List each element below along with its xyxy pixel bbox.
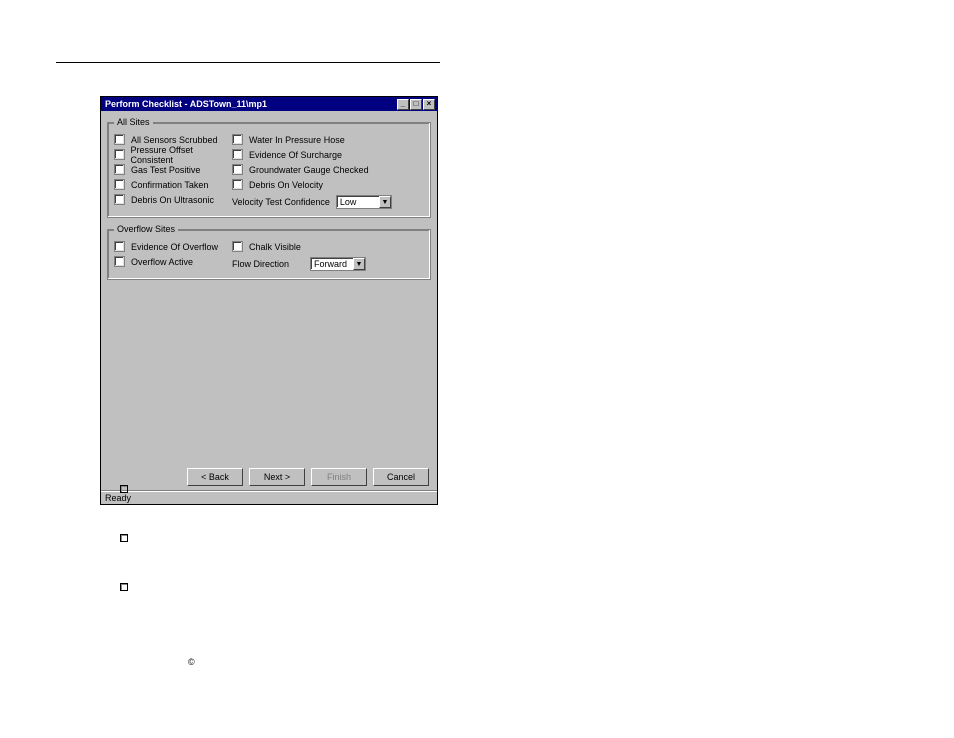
copyright-mark: © (188, 657, 195, 667)
cb-evidence-of-overflow[interactable]: Evidence Of Overflow (114, 240, 232, 253)
cb-label: Evidence Of Overflow (131, 242, 218, 252)
page-header-rule (56, 62, 440, 63)
all-sites-legend: All Sites (114, 117, 153, 127)
select-value: Forward (314, 259, 347, 269)
overflow-sites-legend: Overflow Sites (114, 224, 178, 234)
cb-label: Evidence Of Surcharge (249, 150, 342, 160)
back-button[interactable]: < Back (187, 468, 243, 486)
flow-direction-select[interactable]: Forward ▼ (310, 257, 366, 271)
checkbox-icon (114, 241, 125, 252)
maximize-button[interactable]: □ (410, 99, 422, 110)
cb-overflow-active[interactable]: Overflow Active (114, 255, 232, 268)
next-button[interactable]: Next > (249, 468, 305, 486)
checkbox-icon (232, 164, 243, 175)
bullet-2 (120, 532, 136, 542)
bullet-3 (120, 581, 136, 591)
overflow-sites-group: Overflow Sites Evidence Of Overflow Over… (107, 224, 431, 280)
checkbox-icon (114, 134, 125, 145)
cb-label: Confirmation Taken (131, 180, 208, 190)
checkbox-icon (232, 149, 243, 160)
cb-groundwater-gauge-checked[interactable]: Groundwater Gauge Checked (232, 163, 424, 176)
checkbox-icon (232, 134, 243, 145)
close-button[interactable]: × (423, 99, 435, 110)
cb-gas-test-positive[interactable]: Gas Test Positive (114, 163, 232, 176)
body-spacer (107, 286, 431, 466)
copyright-icon: © (188, 657, 195, 667)
window-title: Perform Checklist - ADSTown_11\mp1 (103, 99, 397, 109)
cb-evidence-of-surcharge[interactable]: Evidence Of Surcharge (232, 148, 424, 161)
checkbox-icon (114, 256, 125, 267)
cb-label: Water In Pressure Hose (249, 135, 345, 145)
square-bullet-icon (120, 583, 128, 591)
checkbox-icon (114, 194, 125, 205)
checkbox-icon (232, 179, 243, 190)
cb-pressure-offset-consistent[interactable]: Pressure Offset Consistent (114, 148, 232, 161)
cb-label: Debris On Ultrasonic (131, 195, 214, 205)
cb-chalk-visible[interactable]: Chalk Visible (232, 240, 424, 253)
cb-confirmation-taken[interactable]: Confirmation Taken (114, 178, 232, 191)
velocity-confidence-label: Velocity Test Confidence (232, 197, 330, 207)
cb-label: Gas Test Positive (131, 165, 200, 175)
cb-water-in-pressure-hose[interactable]: Water In Pressure Hose (232, 133, 424, 146)
cb-debris-on-velocity[interactable]: Debris On Velocity (232, 178, 424, 191)
checkbox-icon (232, 241, 243, 252)
status-bar: Ready (101, 490, 437, 504)
titlebar-buttons: _ □ × (397, 99, 435, 110)
status-text: Ready (105, 493, 131, 503)
square-bullet-icon (120, 534, 128, 542)
square-bullet-icon (120, 485, 128, 493)
checklist-window: Perform Checklist - ADSTown_11\mp1 _ □ ×… (100, 96, 438, 505)
cb-label: Groundwater Gauge Checked (249, 165, 369, 175)
checkbox-icon (114, 164, 125, 175)
all-sites-group: All Sites All Sensors Scrubbed Pressure … (107, 117, 431, 218)
bullet-1 (120, 483, 136, 493)
chevron-down-icon: ▼ (379, 196, 391, 208)
chevron-down-icon: ▼ (353, 258, 365, 270)
cancel-button[interactable]: Cancel (373, 468, 429, 486)
checkbox-icon (114, 149, 125, 160)
titlebar: Perform Checklist - ADSTown_11\mp1 _ □ × (101, 97, 437, 111)
flow-direction-label: Flow Direction (232, 259, 304, 269)
finish-button[interactable]: Finish (311, 468, 367, 486)
velocity-confidence-select[interactable]: Low ▼ (336, 195, 392, 209)
window-body: All Sites All Sensors Scrubbed Pressure … (101, 111, 437, 490)
cb-label: All Sensors Scrubbed (131, 135, 218, 145)
cb-debris-on-ultrasonic[interactable]: Debris On Ultrasonic (114, 193, 232, 206)
checkbox-icon (114, 179, 125, 190)
cb-label: Overflow Active (131, 257, 193, 267)
wizard-buttons: < Back Next > Finish Cancel (107, 466, 431, 486)
cb-label: Pressure Offset Consistent (131, 145, 233, 165)
minimize-button[interactable]: _ (397, 99, 409, 110)
select-value: Low (340, 197, 357, 207)
cb-label: Chalk Visible (249, 242, 301, 252)
cb-label: Debris On Velocity (249, 180, 323, 190)
